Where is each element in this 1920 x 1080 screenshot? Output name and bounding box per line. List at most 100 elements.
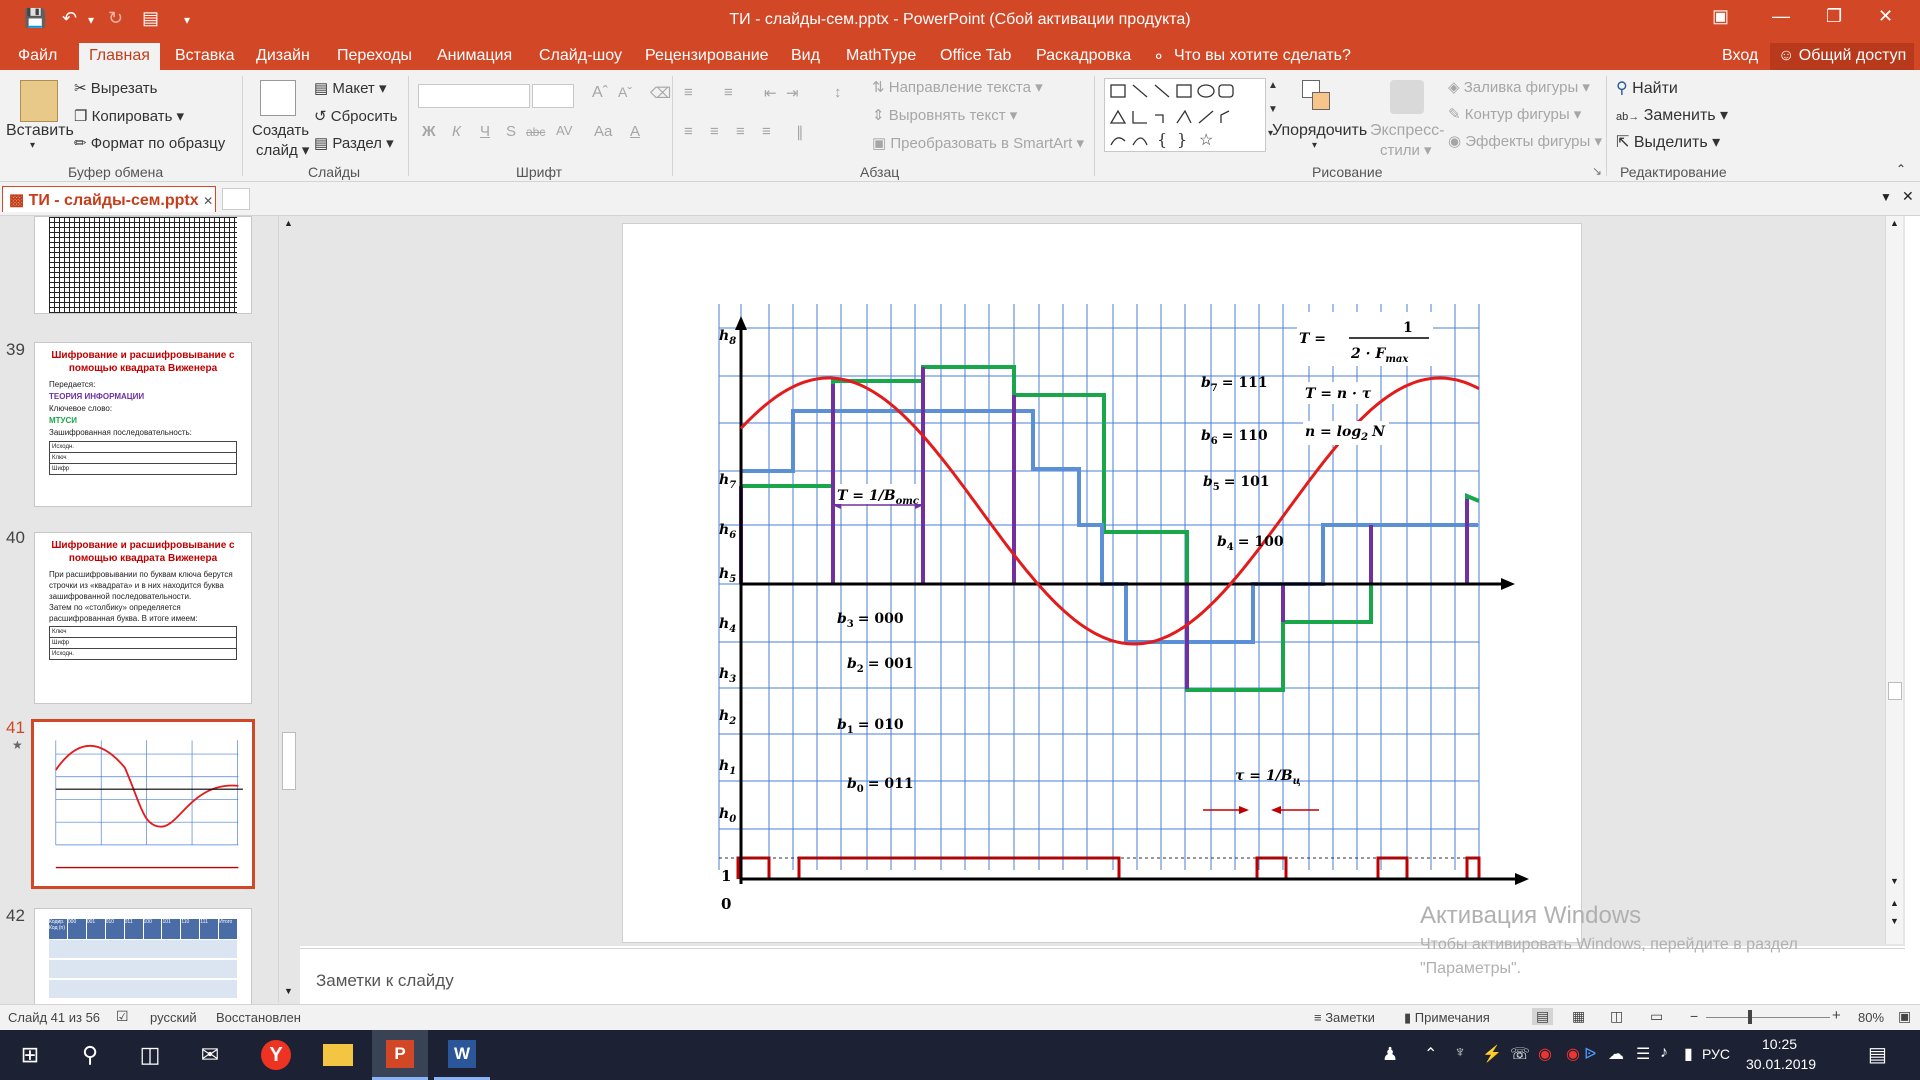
mail-icon[interactable]: ✉: [182, 1030, 238, 1080]
italic-button[interactable]: К: [452, 123, 461, 140]
zoom-level[interactable]: 80%: [1858, 1010, 1884, 1025]
yandex-browser-icon[interactable]: Y: [248, 1030, 304, 1080]
shape-outline-button[interactable]: ✎ Контур фигуры ▾: [1448, 105, 1581, 123]
shapes-gallery[interactable]: { } ☆: [1104, 78, 1266, 152]
word-taskbar-icon[interactable]: W: [434, 1030, 490, 1080]
slide-thumbnail-42[interactable]: Кодир. Код (n) 000 001 010 011 100 101 1…: [34, 908, 252, 1006]
tab-insert[interactable]: Вставка: [175, 47, 234, 65]
grow-font-icon[interactable]: Aˆ: [592, 84, 608, 102]
spellcheck-icon[interactable]: ☑: [116, 1008, 129, 1025]
ribbon-display-icon[interactable]: ▣: [1712, 6, 1729, 27]
tray-phone-icon[interactable]: ☏: [1510, 1044, 1530, 1064]
new-slide-button[interactable]: Создать: [252, 122, 309, 139]
clear-format-icon[interactable]: ⌫: [650, 84, 671, 102]
tab-storyboard[interactable]: Раскадровка: [1036, 47, 1131, 65]
shape-fill-button[interactable]: ◈ Заливка фигуры ▾: [1448, 78, 1590, 96]
font-color-icon[interactable]: A: [630, 123, 640, 140]
shape-effects-button[interactable]: ◉ Эффекты фигуры ▾: [1448, 132, 1602, 150]
shapes-scroll-down-icon[interactable]: ▼: [1268, 104, 1278, 115]
clock-date[interactable]: 30.01.2019: [1746, 1056, 1816, 1072]
start-button-icon[interactable]: ⊞: [2, 1030, 58, 1080]
bullets-icon[interactable]: ≡: [684, 84, 693, 101]
bold-button[interactable]: Ж: [422, 123, 436, 140]
notifications-icon[interactable]: ▤: [1868, 1042, 1887, 1067]
share-button[interactable]: ☺ Общий доступ: [1770, 43, 1915, 70]
arrange-button[interactable]: Упорядочить: [1272, 122, 1367, 140]
layout-button[interactable]: ▤ Макет ▾: [314, 79, 387, 97]
file-explorer-icon[interactable]: [310, 1030, 366, 1080]
align-center-icon[interactable]: ≡: [710, 123, 719, 140]
paste-icon[interactable]: [20, 80, 58, 122]
align-right-icon[interactable]: ≡: [736, 123, 745, 140]
quick-styles-icon[interactable]: [1390, 80, 1424, 114]
slide-thumbnail-41[interactable]: [31, 719, 255, 889]
tab-design[interactable]: Дизайн: [256, 47, 310, 65]
align-text-button[interactable]: ⇕ Выровнять текст ▾: [872, 106, 1017, 124]
change-case-button[interactable]: Aa: [594, 123, 612, 140]
tray-expand-icon[interactable]: ⌃: [1424, 1044, 1437, 1064]
new-slide-dropdown[interactable]: слайд ▾: [256, 141, 309, 159]
close-doc-icon[interactable]: ✕: [1902, 188, 1914, 205]
justify-icon[interactable]: ≡: [762, 123, 771, 140]
tab-file[interactable]: Файл: [18, 47, 57, 65]
battery-icon[interactable]: ▮: [1684, 1044, 1693, 1064]
slide-sorter-icon[interactable]: ▦: [1572, 1008, 1585, 1025]
columns-icon[interactable]: ∥: [796, 123, 804, 141]
slide-scrollbar[interactable]: ▲ ▼ ▲ ▼: [1885, 216, 1903, 944]
tell-me-input[interactable]: Что вы хотите сделать?: [1174, 47, 1351, 65]
scroll-down-icon[interactable]: ▼: [1890, 876, 1899, 886]
paste-button[interactable]: Вставить: [6, 122, 74, 140]
zoom-slider-track[interactable]: [1706, 1017, 1830, 1018]
tab-officetab[interactable]: Office Tab: [940, 47, 1011, 65]
sign-in-link[interactable]: Вход: [1722, 47, 1758, 65]
shadow-icon[interactable]: S: [506, 123, 516, 140]
quick-styles-button[interactable]: Экспресс-: [1370, 122, 1444, 140]
tray-app-icon[interactable]: ♆: [1454, 1044, 1466, 1062]
select-button[interactable]: ⇱ Выделить ▾: [1616, 132, 1720, 152]
onedrive-icon[interactable]: ☁: [1608, 1044, 1624, 1064]
numbering-icon[interactable]: ≡: [724, 84, 733, 101]
minimize-icon[interactable]: —: [1772, 6, 1790, 27]
comments-toggle[interactable]: ▮ Примечания: [1404, 1010, 1490, 1026]
task-view-icon[interactable]: ◫: [122, 1030, 178, 1080]
search-icon[interactable]: ⚲: [62, 1030, 118, 1080]
next-slide-icon[interactable]: ▼: [1890, 916, 1899, 926]
tab-slideshow[interactable]: Слайд-шоу: [539, 47, 622, 65]
copy-button[interactable]: ❐ Копировать ▾: [74, 107, 184, 125]
notes-pane[interactable]: Заметки к слайду: [300, 948, 1905, 1004]
tray-lightning-icon[interactable]: ⚡: [1482, 1044, 1502, 1064]
line-spacing-icon[interactable]: ↕: [834, 84, 842, 101]
tab-view[interactable]: Вид: [791, 47, 820, 65]
char-spacing-button[interactable]: AV: [556, 123, 572, 138]
format-painter-button[interactable]: ✏ Формат по образцу: [74, 134, 225, 152]
drawing-launcher-icon[interactable]: ↘: [1592, 164, 1602, 178]
section-button[interactable]: ▤ Раздел ▾: [314, 134, 394, 152]
tray-game-icon[interactable]: ◉: [1538, 1044, 1552, 1064]
notes-toggle[interactable]: ≡ Заметки: [1314, 1010, 1375, 1025]
quick-styles-dropdown[interactable]: стили ▾: [1380, 141, 1432, 159]
underline-button[interactable]: Ч: [480, 123, 490, 140]
shapes-scroll-up-icon[interactable]: ▲: [1268, 80, 1278, 91]
zoom-out-icon[interactable]: −: [1690, 1008, 1698, 1024]
bluetooth-icon[interactable]: ᐉ: [1584, 1044, 1596, 1064]
new-slide-icon[interactable]: [260, 80, 296, 116]
previous-slide-icon[interactable]: ▲: [1890, 898, 1899, 908]
reset-button[interactable]: ↺ Сбросить: [314, 107, 397, 125]
align-left-icon[interactable]: ≡: [684, 123, 693, 140]
strikethrough-button[interactable]: abc: [526, 125, 545, 139]
thumbnail-scrollbar[interactable]: ▲ ▼: [278, 216, 298, 1002]
clock-time[interactable]: 10:25: [1762, 1036, 1797, 1052]
font-family-input[interactable]: [418, 84, 530, 108]
zoom-in-icon[interactable]: +: [1832, 1007, 1841, 1024]
smartart-button[interactable]: ▣ Преобразовать в SmartArt ▾: [872, 134, 1084, 152]
scrollbar-thumb[interactable]: [1888, 682, 1902, 700]
paste-dropdown-icon[interactable]: ▾: [30, 140, 35, 151]
scrollbar-thumb[interactable]: [282, 732, 296, 790]
text-direction-button[interactable]: ⇅ Направление текста ▾: [872, 78, 1043, 96]
scroll-up-icon[interactable]: ▲: [284, 218, 293, 228]
increase-indent-icon[interactable]: ⇥: [786, 84, 799, 102]
shrink-font-icon[interactable]: Aˇ: [618, 84, 632, 100]
slideshow-view-icon[interactable]: ▭: [1650, 1008, 1663, 1025]
document-tab[interactable]: ▩ ТИ - слайды-сем.pptx ✕: [2, 186, 216, 212]
scroll-down-icon[interactable]: ▼: [284, 986, 293, 996]
